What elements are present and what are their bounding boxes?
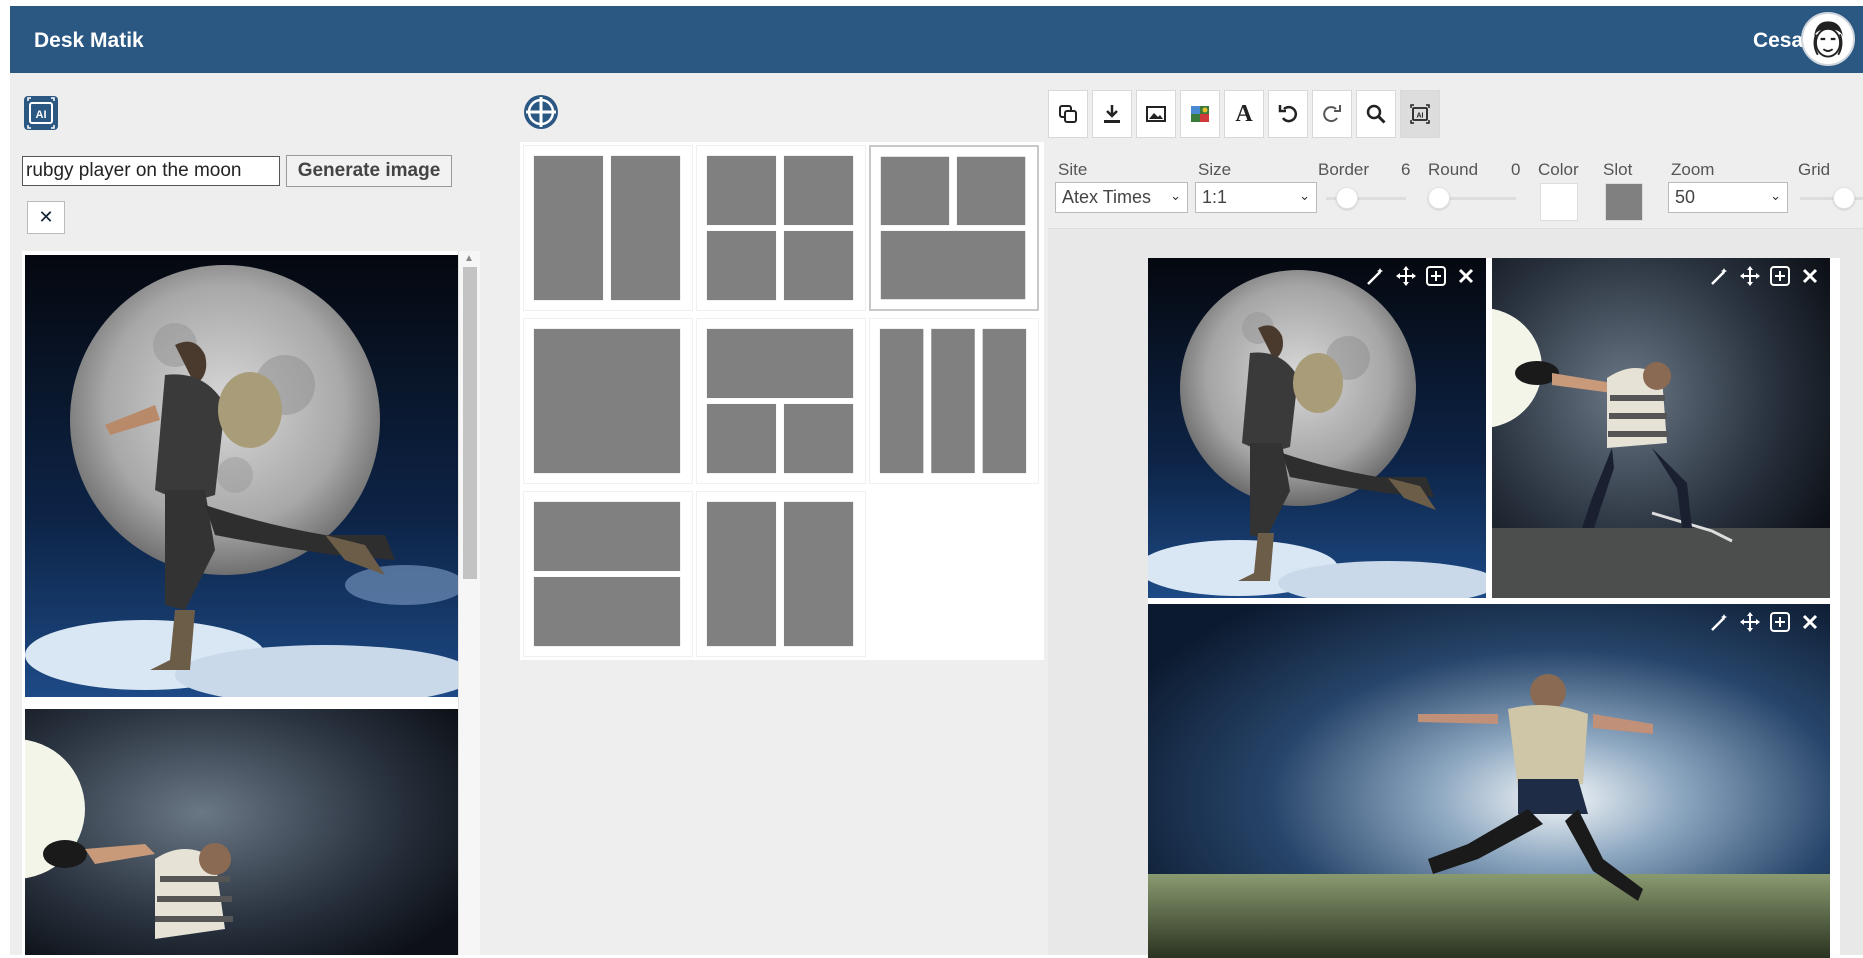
close-icon[interactable]: ✕ (27, 201, 65, 234)
layout-options (520, 142, 1044, 660)
move-icon[interactable] (1738, 264, 1762, 288)
chevron-down-icon: ⌄ (1170, 188, 1181, 203)
image-icon[interactable] (1136, 90, 1176, 138)
ai-icon: AI (20, 92, 62, 134)
workspace: AI Generate image ✕ (10, 73, 1863, 958)
move-icon[interactable] (1738, 610, 1762, 634)
app-title: Desk Matik (34, 29, 144, 52)
magic-wand-icon[interactable] (1364, 264, 1388, 288)
text-icon[interactable]: A (1224, 90, 1264, 138)
generated-image[interactable] (25, 255, 475, 705)
close-icon[interactable] (1454, 264, 1478, 288)
user-avatar[interactable] (1801, 12, 1855, 66)
layout-option-two-columns-alt[interactable] (696, 491, 866, 657)
svg-text:AI: AI (1417, 113, 1424, 120)
close-icon[interactable] (1798, 610, 1822, 634)
layout-option-two-columns[interactable] (523, 145, 693, 311)
fit-icon[interactable] (1424, 264, 1448, 288)
chevron-down-icon: ⌄ (1299, 188, 1310, 203)
color-label: Color (1538, 160, 1579, 179)
size-select[interactable]: 1:1 ⌄ (1195, 182, 1317, 213)
move-icon[interactable] (1394, 264, 1418, 288)
zoom-select[interactable]: 50 ⌄ (1668, 182, 1788, 213)
svg-text:AI: AI (36, 109, 47, 121)
generated-image[interactable] (22, 709, 467, 955)
magic-wand-icon[interactable] (1708, 264, 1732, 288)
round-value: 0 (1511, 160, 1521, 179)
color-swatch[interactable] (1540, 183, 1578, 221)
chevron-down-icon: ⌄ (1770, 188, 1781, 203)
layout-option-two-rows[interactable] (523, 491, 693, 657)
collage-canvas-area (1048, 228, 1863, 958)
collage-controls: Site Atex Times ⌄ Size 1:1 ⌄ Border 6 Ro… (1043, 153, 1863, 223)
undo-icon[interactable] (1268, 90, 1308, 138)
border-label: Border (1318, 160, 1370, 179)
border-slider[interactable] (1336, 187, 1358, 209)
layout-option-two-top-one-bottom[interactable] (869, 145, 1039, 311)
editor-panel: A AI Site Atex Times ⌄ Size 1:1 ⌄ Border… (1043, 73, 1863, 958)
layout-grid-icon[interactable] (522, 93, 560, 131)
slot-color-swatch[interactable] (1605, 183, 1643, 221)
app-header: Desk Matik Cesare (10, 6, 1863, 73)
fit-icon[interactable] (1768, 610, 1792, 634)
generate-image-button[interactable]: Generate image (286, 155, 452, 187)
editor-toolbar: A AI (1048, 90, 1444, 140)
site-value: Atex Times (1062, 187, 1152, 207)
close-icon[interactable] (1798, 264, 1822, 288)
collage-slot-1[interactable] (1148, 258, 1486, 598)
collage-slot-3[interactable] (1148, 604, 1830, 958)
round-slider[interactable] (1428, 187, 1450, 209)
ai-icon[interactable]: AI (1400, 90, 1440, 138)
collage-slot-2[interactable] (1492, 258, 1830, 598)
results-scrollbar[interactable]: ▲ (458, 251, 480, 955)
layout-option-one-top-two-bottom[interactable] (696, 318, 866, 484)
magic-wand-icon[interactable] (1708, 610, 1732, 634)
scroll-thumb[interactable] (463, 267, 477, 579)
layout-option-single[interactable] (523, 318, 693, 484)
size-label: Size (1198, 160, 1232, 179)
ai-generator-panel: AI Generate image ✕ (10, 73, 490, 955)
slot-tools (1708, 264, 1822, 288)
size-value: 1:1 (1202, 187, 1228, 207)
layout-panel (503, 73, 1044, 955)
slot-tools (1708, 610, 1822, 634)
slot-tools (1364, 264, 1478, 288)
collage-canvas (1148, 258, 1840, 958)
round-label: Round (1428, 160, 1479, 179)
slot-label: Slot (1603, 160, 1633, 179)
border-value: 6 (1401, 160, 1411, 179)
redo-icon[interactable] (1312, 90, 1352, 138)
fit-icon[interactable] (1768, 264, 1792, 288)
generated-results-list[interactable]: ▲ (22, 251, 480, 955)
grid-slider[interactable] (1833, 187, 1855, 209)
zoom-value: 50 (1675, 187, 1696, 207)
download-icon[interactable] (1092, 90, 1132, 138)
prompt-input[interactable] (22, 156, 280, 186)
layout-option-grid-2x2[interactable] (696, 145, 866, 311)
site-label: Site (1058, 160, 1088, 179)
grid-label: Grid (1798, 160, 1831, 179)
zoom-label: Zoom (1671, 160, 1715, 179)
scroll-up-icon[interactable]: ▲ (464, 253, 474, 264)
layout-option-three-columns[interactable] (869, 318, 1039, 484)
copy-icon[interactable] (1048, 90, 1088, 138)
image-edit-icon[interactable] (1180, 90, 1220, 138)
site-select[interactable]: Atex Times ⌄ (1055, 182, 1188, 213)
zoom-icon[interactable] (1356, 90, 1396, 138)
